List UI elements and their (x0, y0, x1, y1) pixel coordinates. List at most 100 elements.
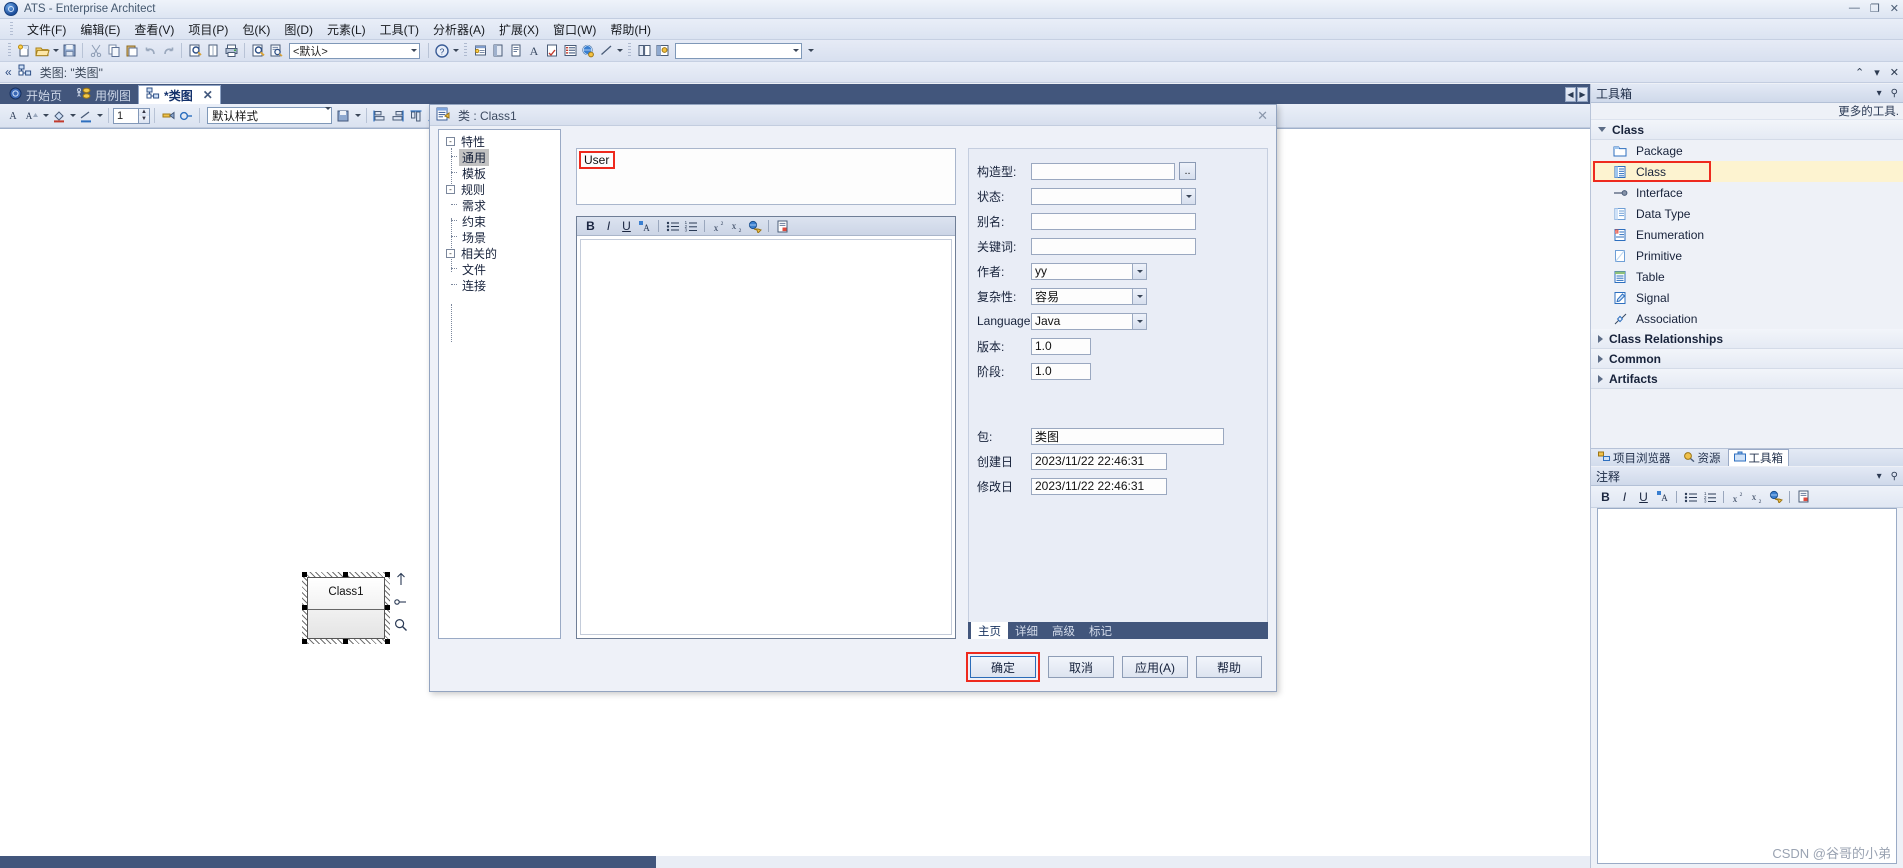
search-combo[interactable] (675, 42, 802, 59)
copy-icon[interactable] (105, 42, 123, 60)
zoom-icon[interactable] (394, 618, 408, 635)
help-dropdown-icon[interactable] (451, 42, 460, 60)
dialog-tab-detail[interactable]: 详细 (1008, 623, 1045, 639)
fill-dropdown-icon[interactable] (68, 107, 77, 125)
toolbox-group-artifacts[interactable]: Artifacts (1591, 369, 1903, 389)
tab-nav-next[interactable]: ▶ (1577, 87, 1588, 102)
tree-node-scenarios[interactable]: 场景 (439, 229, 560, 245)
layout-icon[interactable] (635, 42, 653, 60)
tab-usecase-diagram[interactable]: 用例图 (69, 86, 138, 104)
tab-class-diagram[interactable]: *类图 ✕ (138, 85, 221, 104)
close-button[interactable]: ✕ (1890, 2, 1899, 15)
close-icon[interactable]: ✕ (1890, 66, 1899, 79)
menu-item-window[interactable]: 窗口(W) (546, 19, 603, 40)
bullet-list-icon[interactable] (1682, 488, 1699, 505)
align-right-icon[interactable] (389, 107, 407, 125)
toolbox-item-signal[interactable]: Signal (1591, 287, 1903, 308)
menu-item-edit[interactable]: 编辑(E) (73, 19, 127, 40)
menu-item-diagram[interactable]: 图(D) (277, 19, 320, 40)
print-icon[interactable] (222, 42, 240, 60)
tree-node-properties[interactable]: - 特性 (439, 133, 560, 149)
menu-item-tools[interactable]: 工具(T) (373, 19, 426, 40)
ok-button[interactable]: 确定 (970, 656, 1036, 678)
redo-icon[interactable] (159, 42, 177, 60)
line-icon[interactable] (597, 42, 615, 60)
tree-expander-rules[interactable]: - (446, 184, 455, 194)
dock-tab-resources[interactable]: 资源 (1678, 450, 1726, 466)
subscript-icon-2[interactable]: x2 (729, 219, 744, 234)
class-name-input[interactable]: User (579, 151, 615, 169)
save-icon[interactable] (60, 42, 78, 60)
dialog-close-icon[interactable]: ✕ (1257, 108, 1268, 124)
tree-node-files[interactable]: 文件 (439, 261, 560, 277)
list-icon[interactable] (561, 42, 579, 60)
insert-object-icon[interactable] (1795, 488, 1812, 505)
dialog-tab-advanced[interactable]: 高级 (1045, 623, 1082, 639)
menu-item-package[interactable]: 包(K) (235, 19, 277, 40)
toolbox-item-data-type[interactable]: Data Type (1591, 203, 1903, 224)
toolbox-item-interface[interactable]: Interface (1591, 182, 1903, 203)
tree-expander-related[interactable]: - (446, 248, 455, 258)
fill-color-icon[interactable] (50, 107, 68, 125)
tree-node-related[interactable]: - 相关的 (439, 245, 560, 261)
open-project-icon[interactable] (33, 42, 51, 60)
zoom-level-input[interactable]: 1 (113, 107, 139, 124)
chevron-down-icon-complexity[interactable] (1132, 288, 1146, 304)
line-color-dropdown-icon[interactable] (95, 107, 104, 125)
cancel-button[interactable]: 取消 (1048, 656, 1114, 678)
tree-expander-properties[interactable]: - (446, 136, 455, 146)
tree-node-constraints[interactable]: 约束 (439, 213, 560, 229)
line-color-icon[interactable] (77, 107, 95, 125)
insert-object-icon-2[interactable] (775, 219, 790, 234)
font-color-icon-2[interactable]: A (1654, 488, 1671, 505)
tab-start-page[interactable]: 开始页 (2, 86, 69, 104)
hyperlink-icon[interactable] (1767, 488, 1784, 505)
toolbox-group-common[interactable]: Common (1591, 349, 1903, 369)
apply-button[interactable]: 应用(A) (1122, 656, 1188, 678)
zoom-down-icon[interactable]: ▼ (139, 115, 149, 123)
page-setup-icon[interactable] (204, 42, 222, 60)
superscript-icon[interactable]: x2 (1729, 488, 1746, 505)
style-combo[interactable]: 默认样式 (207, 106, 332, 124)
align-top-icon[interactable] (407, 107, 425, 125)
chevron-down-icon-4[interactable] (324, 106, 331, 122)
find-icon[interactable] (249, 42, 267, 60)
tree-node-requirements[interactable]: 需求 (439, 197, 560, 213)
chevron-down-icon-2[interactable] (789, 44, 801, 58)
italic-icon[interactable]: I (1616, 488, 1633, 505)
menu-item-project[interactable]: 项目(P) (181, 19, 235, 40)
stereotype-input[interactable] (1031, 162, 1175, 180)
modified-date-input[interactable]: 2023/11/22 22:46:31 (1031, 477, 1167, 495)
chevron-down-icon-3[interactable]: ▾ (1874, 66, 1880, 79)
tree-node-general[interactable]: 通用 (439, 148, 560, 166)
menu-item-view[interactable]: 查看(V) (127, 19, 181, 40)
package-input[interactable]: 类图 (1031, 427, 1224, 445)
document-icon[interactable] (489, 42, 507, 60)
maximize-button[interactable]: ❐ (1870, 2, 1880, 15)
toolbox-item-package[interactable]: Package (1591, 140, 1903, 161)
help-button[interactable]: 帮助 (1196, 656, 1262, 678)
new-project-icon[interactable] (15, 42, 33, 60)
dialog-nav-tree[interactable]: - 特性 通用 模板 - 规则 需求 约束 场景 - 相关的 文件 连接 (438, 129, 561, 639)
chevron-down-icon-language[interactable] (1132, 313, 1146, 329)
notes-menu-icon[interactable]: ▾ (1877, 471, 1882, 482)
hyperlink-icon-2[interactable] (747, 219, 762, 234)
tab-nav-prev[interactable]: ◀ (1565, 87, 1576, 102)
zoom-stepper[interactable]: ▲ ▼ (139, 107, 150, 124)
chevron-down-icon-status[interactable] (1181, 188, 1195, 204)
tree-node-rules[interactable]: - 规则 (439, 181, 560, 197)
class-element-class1[interactable]: Class1 (302, 572, 390, 644)
help-icon[interactable]: ? (433, 42, 451, 60)
paint-format-icon[interactable] (159, 107, 177, 125)
language-combo[interactable]: Java (1031, 312, 1147, 330)
globe-icon[interactable] (579, 42, 597, 60)
underline-icon[interactable]: U (1635, 488, 1652, 505)
print-preview-icon[interactable] (186, 42, 204, 60)
tree-node-links[interactable]: 连接 (439, 277, 560, 293)
font-style-icon[interactable]: A (23, 107, 41, 125)
dock-tab-project-browser[interactable]: 项目浏览器 (1593, 450, 1676, 466)
model-search-icon[interactable] (267, 42, 285, 60)
dialog-tab-main[interactable]: 主页 (971, 622, 1008, 639)
status-combo[interactable] (1031, 187, 1196, 205)
workspace-icon[interactable] (653, 42, 671, 60)
